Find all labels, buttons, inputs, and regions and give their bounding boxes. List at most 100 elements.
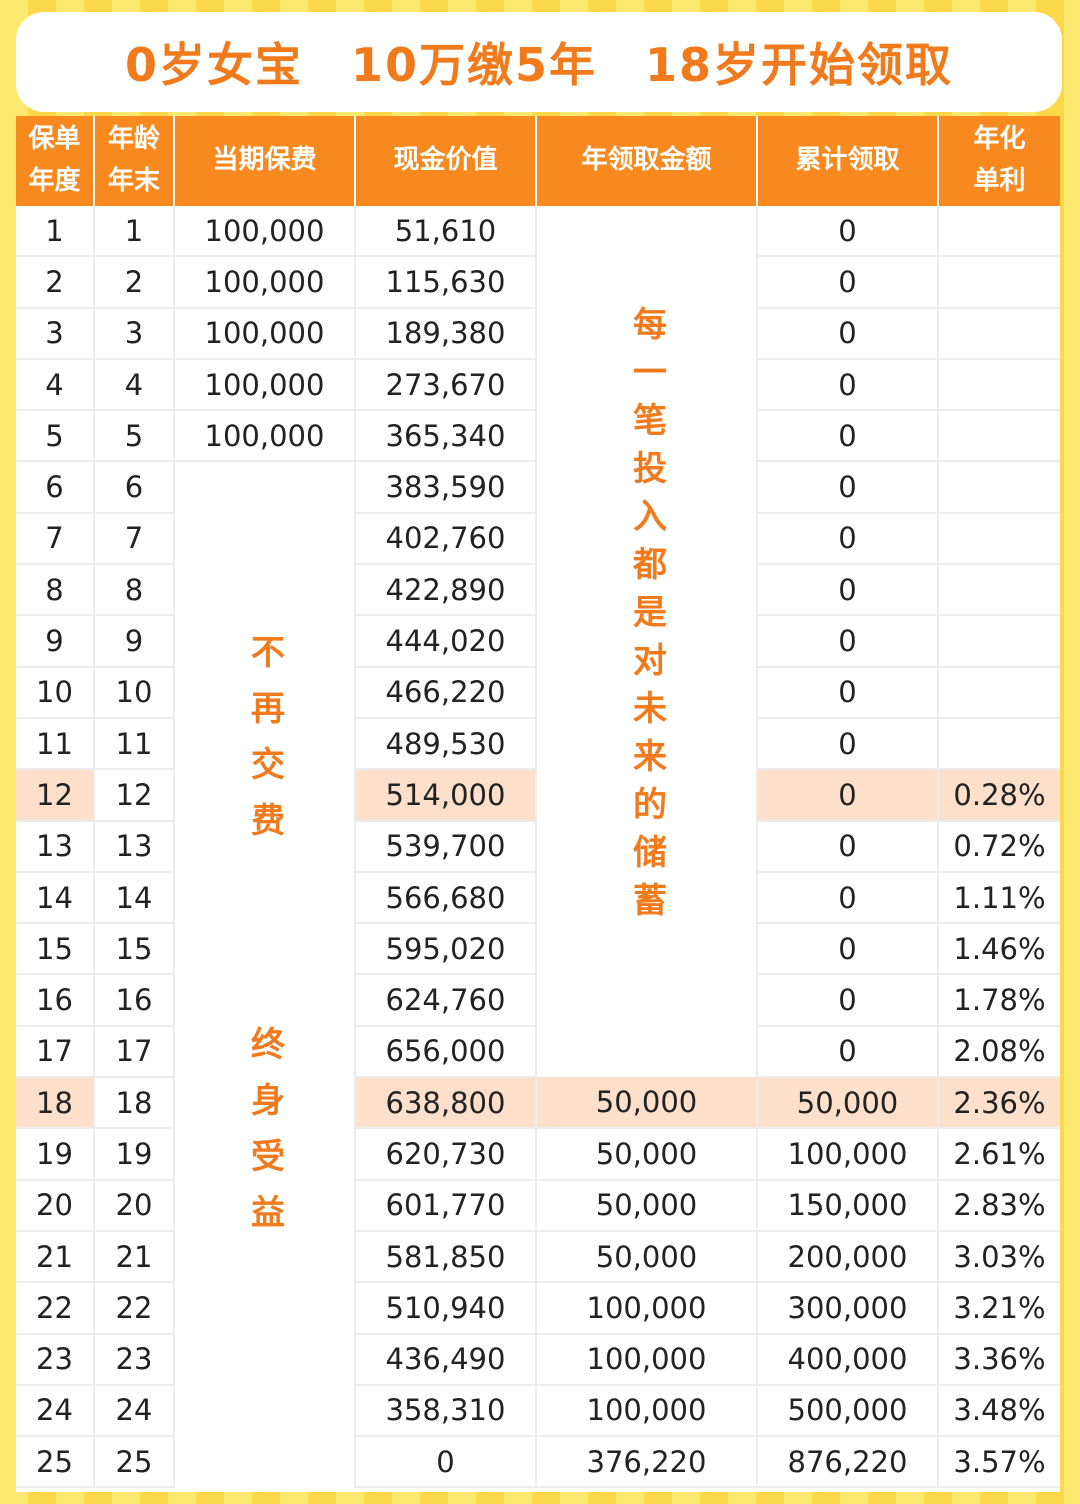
header-cumulative: 累计领取 bbox=[757, 116, 939, 206]
cell-age: 15 bbox=[94, 923, 175, 976]
cell-age: 9 bbox=[94, 615, 175, 668]
cell-age: 4 bbox=[94, 358, 175, 412]
cell-annual-payout: 50,000 bbox=[536, 1128, 758, 1181]
cell-simple-rate bbox=[938, 512, 1060, 566]
cell-age: 2 bbox=[94, 256, 175, 309]
cell-cash-value: 358,310 bbox=[355, 1384, 537, 1438]
cell-policy-year: 20 bbox=[16, 1179, 95, 1232]
cell-simple-rate bbox=[938, 358, 1060, 412]
cell-policy-year: 13 bbox=[16, 820, 95, 873]
header-premium: 当期保费 bbox=[174, 116, 356, 206]
cell-simple-rate bbox=[938, 666, 1060, 719]
cell-cumulative: 200,000 bbox=[757, 1230, 939, 1284]
cell-annual-payout: 100,000 bbox=[536, 1282, 758, 1335]
cell-annual-payout: 50,000 bbox=[536, 1077, 758, 1130]
cell-simple-rate bbox=[938, 256, 1060, 309]
cell-simple-rate bbox=[938, 206, 1060, 258]
cell-cumulative: 876,220 bbox=[757, 1436, 939, 1489]
cell-annual-payout: 50,000 bbox=[536, 1179, 758, 1232]
cell-policy-year: 12 bbox=[16, 769, 95, 822]
premium-merged-cell: 不再交费 终身受益 bbox=[174, 461, 356, 1488]
cell-policy-year: 24 bbox=[16, 1384, 95, 1438]
cell-cumulative: 150,000 bbox=[757, 1179, 939, 1232]
cell-premium: 100,000 bbox=[174, 410, 356, 463]
table-row: 19 19 620,730 50,000 100,000 2.61% bbox=[16, 1128, 1060, 1181]
cell-simple-rate: 0.28% bbox=[938, 769, 1060, 822]
cell-simple-rate: 1.78% bbox=[938, 974, 1060, 1027]
cell-policy-year: 2 bbox=[16, 256, 95, 309]
cell-cash-value: 365,340 bbox=[355, 410, 537, 463]
table-row: 22 22 510,940 100,000 300,000 3.21% bbox=[16, 1282, 1060, 1335]
cell-age: 21 bbox=[94, 1230, 175, 1284]
header-cash-value: 现金价值 bbox=[355, 116, 537, 206]
cell-simple-rate: 0.72% bbox=[938, 820, 1060, 873]
cell-cash-value: 436,490 bbox=[355, 1333, 537, 1386]
cell-premium: 100,000 bbox=[174, 256, 356, 309]
cell-simple-rate: 2.83% bbox=[938, 1179, 1060, 1232]
cell-cumulative: 0 bbox=[757, 307, 939, 360]
cell-policy-year: 9 bbox=[16, 615, 95, 668]
cell-age: 22 bbox=[94, 1282, 175, 1335]
cell-policy-year: 4 bbox=[16, 358, 95, 412]
cell-age: 25 bbox=[94, 1436, 175, 1489]
title-card: 0岁女宝 10万缴5年 18岁开始领取 bbox=[16, 12, 1062, 112]
cell-policy-year: 8 bbox=[16, 564, 95, 617]
cell-cash-value: 115,630 bbox=[355, 256, 537, 309]
cell-cash-value: 51,610 bbox=[355, 206, 537, 258]
lifetime-benefit-label: 终身受益 bbox=[244, 1026, 285, 1251]
cell-age: 19 bbox=[94, 1128, 175, 1181]
cell-age: 18 bbox=[94, 1077, 175, 1130]
cell-age: 16 bbox=[94, 974, 175, 1027]
cell-policy-year: 18 bbox=[16, 1077, 95, 1130]
table-row: 25 25 0 376,220 876,220 3.57% bbox=[16, 1436, 1060, 1489]
cell-cumulative: 0 bbox=[757, 769, 939, 822]
cell-cumulative: 0 bbox=[757, 410, 939, 463]
header-age: 年龄 年末 bbox=[94, 116, 175, 206]
cell-annual-payout: 100,000 bbox=[536, 1384, 758, 1438]
benefit-table-container: 保单 年度 年龄 年末 当期保费 现金价值 年领取金额 累计领取 年化 单利 1… bbox=[16, 116, 1060, 1492]
cell-cash-value: 466,220 bbox=[355, 666, 537, 719]
cell-policy-year: 5 bbox=[16, 410, 95, 463]
cell-simple-rate bbox=[938, 461, 1060, 514]
cell-annual-payout: 100,000 bbox=[536, 1333, 758, 1386]
cell-cash-value: 624,760 bbox=[355, 974, 537, 1027]
cell-cumulative: 0 bbox=[757, 615, 939, 668]
cell-policy-year: 11 bbox=[16, 717, 95, 771]
header-policy-year: 保单 年度 bbox=[16, 116, 95, 206]
table-row: 20 20 601,770 50,000 150,000 2.83% bbox=[16, 1179, 1060, 1232]
cell-age: 17 bbox=[94, 1025, 175, 1079]
cell-cumulative: 0 bbox=[757, 461, 939, 514]
cell-cumulative: 0 bbox=[757, 820, 939, 873]
cell-cash-value: 514,000 bbox=[355, 769, 537, 822]
cell-cash-value: 402,760 bbox=[355, 512, 537, 566]
cell-cash-value: 444,020 bbox=[355, 615, 537, 668]
cell-age: 12 bbox=[94, 769, 175, 822]
cell-age: 6 bbox=[94, 461, 175, 514]
cell-premium: 100,000 bbox=[174, 358, 356, 412]
cell-age: 3 bbox=[94, 307, 175, 360]
cell-policy-year: 3 bbox=[16, 307, 95, 360]
cell-policy-year: 22 bbox=[16, 1282, 95, 1335]
cell-cumulative: 0 bbox=[757, 358, 939, 412]
cell-age: 20 bbox=[94, 1179, 175, 1232]
cell-simple-rate bbox=[938, 410, 1060, 463]
cell-age: 10 bbox=[94, 666, 175, 719]
cell-annual-payout: 376,220 bbox=[536, 1436, 758, 1489]
cell-cumulative: 0 bbox=[757, 1025, 939, 1079]
cell-age: 1 bbox=[94, 206, 175, 258]
cell-cumulative: 0 bbox=[757, 974, 939, 1027]
header-annual-payout: 年领取金额 bbox=[536, 116, 758, 206]
header-simple-rate: 年化 单利 bbox=[938, 116, 1060, 206]
cell-policy-year: 25 bbox=[16, 1436, 95, 1489]
cell-cumulative: 0 bbox=[757, 512, 939, 566]
cell-cumulative: 500,000 bbox=[757, 1384, 939, 1438]
cell-simple-rate bbox=[938, 615, 1060, 668]
cell-simple-rate: 3.36% bbox=[938, 1333, 1060, 1386]
cell-policy-year: 14 bbox=[16, 871, 95, 925]
cell-cash-value: 489,530 bbox=[355, 717, 537, 771]
cell-cumulative: 0 bbox=[757, 717, 939, 771]
cell-annual-payout: 50,000 bbox=[536, 1230, 758, 1284]
cell-cash-value: 510,940 bbox=[355, 1282, 537, 1335]
cell-cumulative: 0 bbox=[757, 923, 939, 976]
cell-age: 24 bbox=[94, 1384, 175, 1438]
